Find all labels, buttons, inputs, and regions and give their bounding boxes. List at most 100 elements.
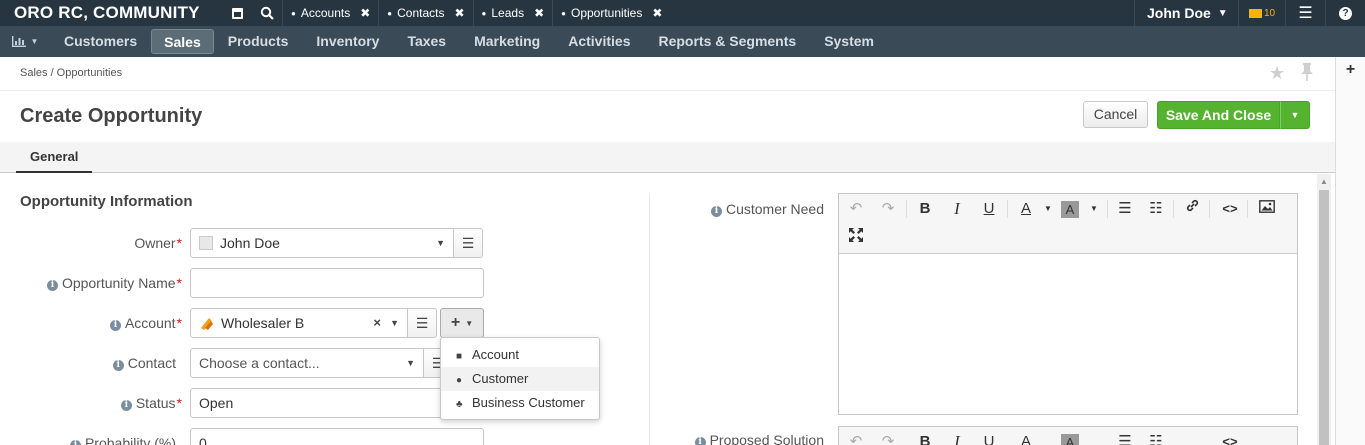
nav-marketing[interactable]: Marketing [460,29,554,54]
create-account-item[interactable]: ■ Account [441,343,599,367]
column-divider [649,194,650,445]
pin-icon[interactable] [1300,63,1314,86]
pinned-dot-icon: ● [291,8,296,18]
close-icon[interactable]: ✖ [534,6,544,20]
pinned-dot-icon: ● [481,8,487,18]
undo-icon[interactable]: ↶ [845,431,867,445]
text-color-icon[interactable]: A [1015,431,1037,445]
save-and-close-button[interactable]: Save And Close [1157,101,1280,129]
owner-select[interactable]: John Doe ▼ [190,228,454,258]
nav-activities[interactable]: Activities [554,29,644,54]
window-icon [231,7,243,19]
caret-down-icon[interactable]: ▼ [1083,198,1105,220]
menu-item-label: Business Customer [472,395,585,410]
create-business-customer-item[interactable]: ♣ Business Customer [441,391,599,415]
redo-icon[interactable]: ↷ [877,431,899,445]
info-icon: i [112,360,124,371]
user-menu[interactable]: John Doe ▼ [1134,0,1238,26]
info-icon: i [46,280,58,291]
caret-down-icon: ▼ [30,37,39,46]
underline-icon[interactable]: U [978,198,1000,220]
app-logo[interactable]: ORO RC, COMMUNITY [0,0,222,26]
status-select[interactable]: Open [190,388,454,418]
plus-icon: + [450,314,461,331]
save-options-caret[interactable]: ▼ [1280,101,1310,129]
pinned-tab-contacts[interactable]: ● Contacts ✖ [378,0,472,26]
underline-icon[interactable]: U [978,431,1000,445]
create-customer-item[interactable]: ● Customer [441,367,599,391]
clear-icon[interactable]: × [373,309,381,337]
proposed-solution-editor[interactable]: ↶ ↷ B I U A A ☰ ☷ <> [838,426,1298,445]
dashboard-menu[interactable]: ▼ [0,26,50,57]
numbered-list-icon[interactable]: ☷ [1145,431,1167,445]
owner-label: Owner* [134,235,182,251]
list-icon: ☰ [415,314,429,331]
bold-icon[interactable]: B [914,431,936,445]
pin-bar-icon[interactable] [222,0,252,26]
italic-icon[interactable]: I [946,431,968,445]
opportunity-name-label: i Opportunity Name* [0,275,182,291]
text-color-icon[interactable]: A [1015,198,1037,220]
probability-input[interactable]: 0 [190,428,484,445]
nav-inventory[interactable]: Inventory [302,29,393,54]
close-icon[interactable]: ✖ [360,6,370,20]
account-list-button[interactable]: ☰ [407,308,437,338]
mail-notifications[interactable]: 10 [1238,0,1285,26]
avatar [199,236,213,250]
close-icon[interactable]: ✖ [652,6,662,20]
page-title: Create Opportunity [20,105,203,127]
fullscreen-icon[interactable] [845,227,867,249]
owner-list-button[interactable]: ☰ [453,228,483,258]
pinned-tab-opportunities[interactable]: ● Opportunities ✖ [552,0,670,26]
star-icon[interactable]: ★ [1269,63,1285,84]
nav-products[interactable]: Products [214,29,303,54]
nav-sales[interactable]: Sales [151,29,214,54]
add-widget-icon[interactable]: + [1336,61,1365,79]
code-icon[interactable]: <> [1219,198,1241,220]
form-content: Opportunity Information Owner* John Doe ▼… [0,174,1335,445]
code-icon[interactable]: <> [1219,431,1241,445]
scroll-up-icon[interactable]: ▲ [1320,177,1328,186]
numbered-list-icon[interactable]: ☷ [1145,198,1167,220]
pinned-dot-icon: ● [387,8,393,18]
tab-general[interactable]: General [16,142,93,173]
menu-item-label: Customer [472,371,529,386]
opportunity-name-input[interactable] [190,268,484,298]
close-icon[interactable]: ✖ [454,6,464,20]
caret-down-icon[interactable]: ▼ [1037,198,1059,220]
undo-icon[interactable]: ↶ [845,198,867,220]
account-select[interactable]: Wholesaler B × ▼ [190,308,408,338]
customer-need-editor[interactable]: ↶ ↷ B I U A ▼ A ▼ ☰ ☷ <> [838,193,1298,415]
caret-down-icon: ▼ [436,238,445,248]
probability-label: i Probability (%) [0,435,176,445]
nav-system[interactable]: System [810,29,888,54]
pinned-tab-label: Opportunities [570,6,643,20]
bold-icon[interactable]: B [914,198,936,220]
menu-icon[interactable]: ☰ [1285,0,1325,26]
link-icon[interactable] [1181,198,1203,220]
bullet-list-icon[interactable]: ☰ [1114,431,1136,445]
italic-icon[interactable]: I [946,198,968,220]
background-color-icon[interactable]: A [1061,434,1079,445]
contact-select[interactable]: Choose a contact... ▼ [190,348,424,378]
cancel-button[interactable]: Cancel [1083,101,1148,128]
image-icon[interactable] [1256,198,1278,220]
main-navigation: ▼ Customers Sales Products Inventory Tax… [0,26,1365,57]
nav-customers[interactable]: Customers [50,29,151,54]
section-title: Opportunity Information [20,193,193,210]
list-icon: ☰ [461,234,475,251]
nav-reports-segments[interactable]: Reports & Segments [644,29,810,54]
info-icon: i [710,206,722,217]
scrollbar-thumb[interactable] [1319,190,1329,445]
account-create-button[interactable]: + ▼ [440,308,484,338]
users-icon: ♣ [456,399,463,410]
bullet-list-icon[interactable]: ☰ [1114,198,1136,220]
nav-taxes[interactable]: Taxes [393,29,460,54]
background-color-icon[interactable]: A [1061,201,1079,218]
pinned-tab-leads[interactable]: ● Leads ✖ [472,0,553,26]
pinned-tab-label: Accounts [300,6,351,20]
redo-icon[interactable]: ↷ [877,198,899,220]
help-button[interactable]: ? [1325,0,1365,26]
search-icon[interactable] [252,0,282,26]
pinned-tab-accounts[interactable]: ● Accounts ✖ [282,0,378,26]
